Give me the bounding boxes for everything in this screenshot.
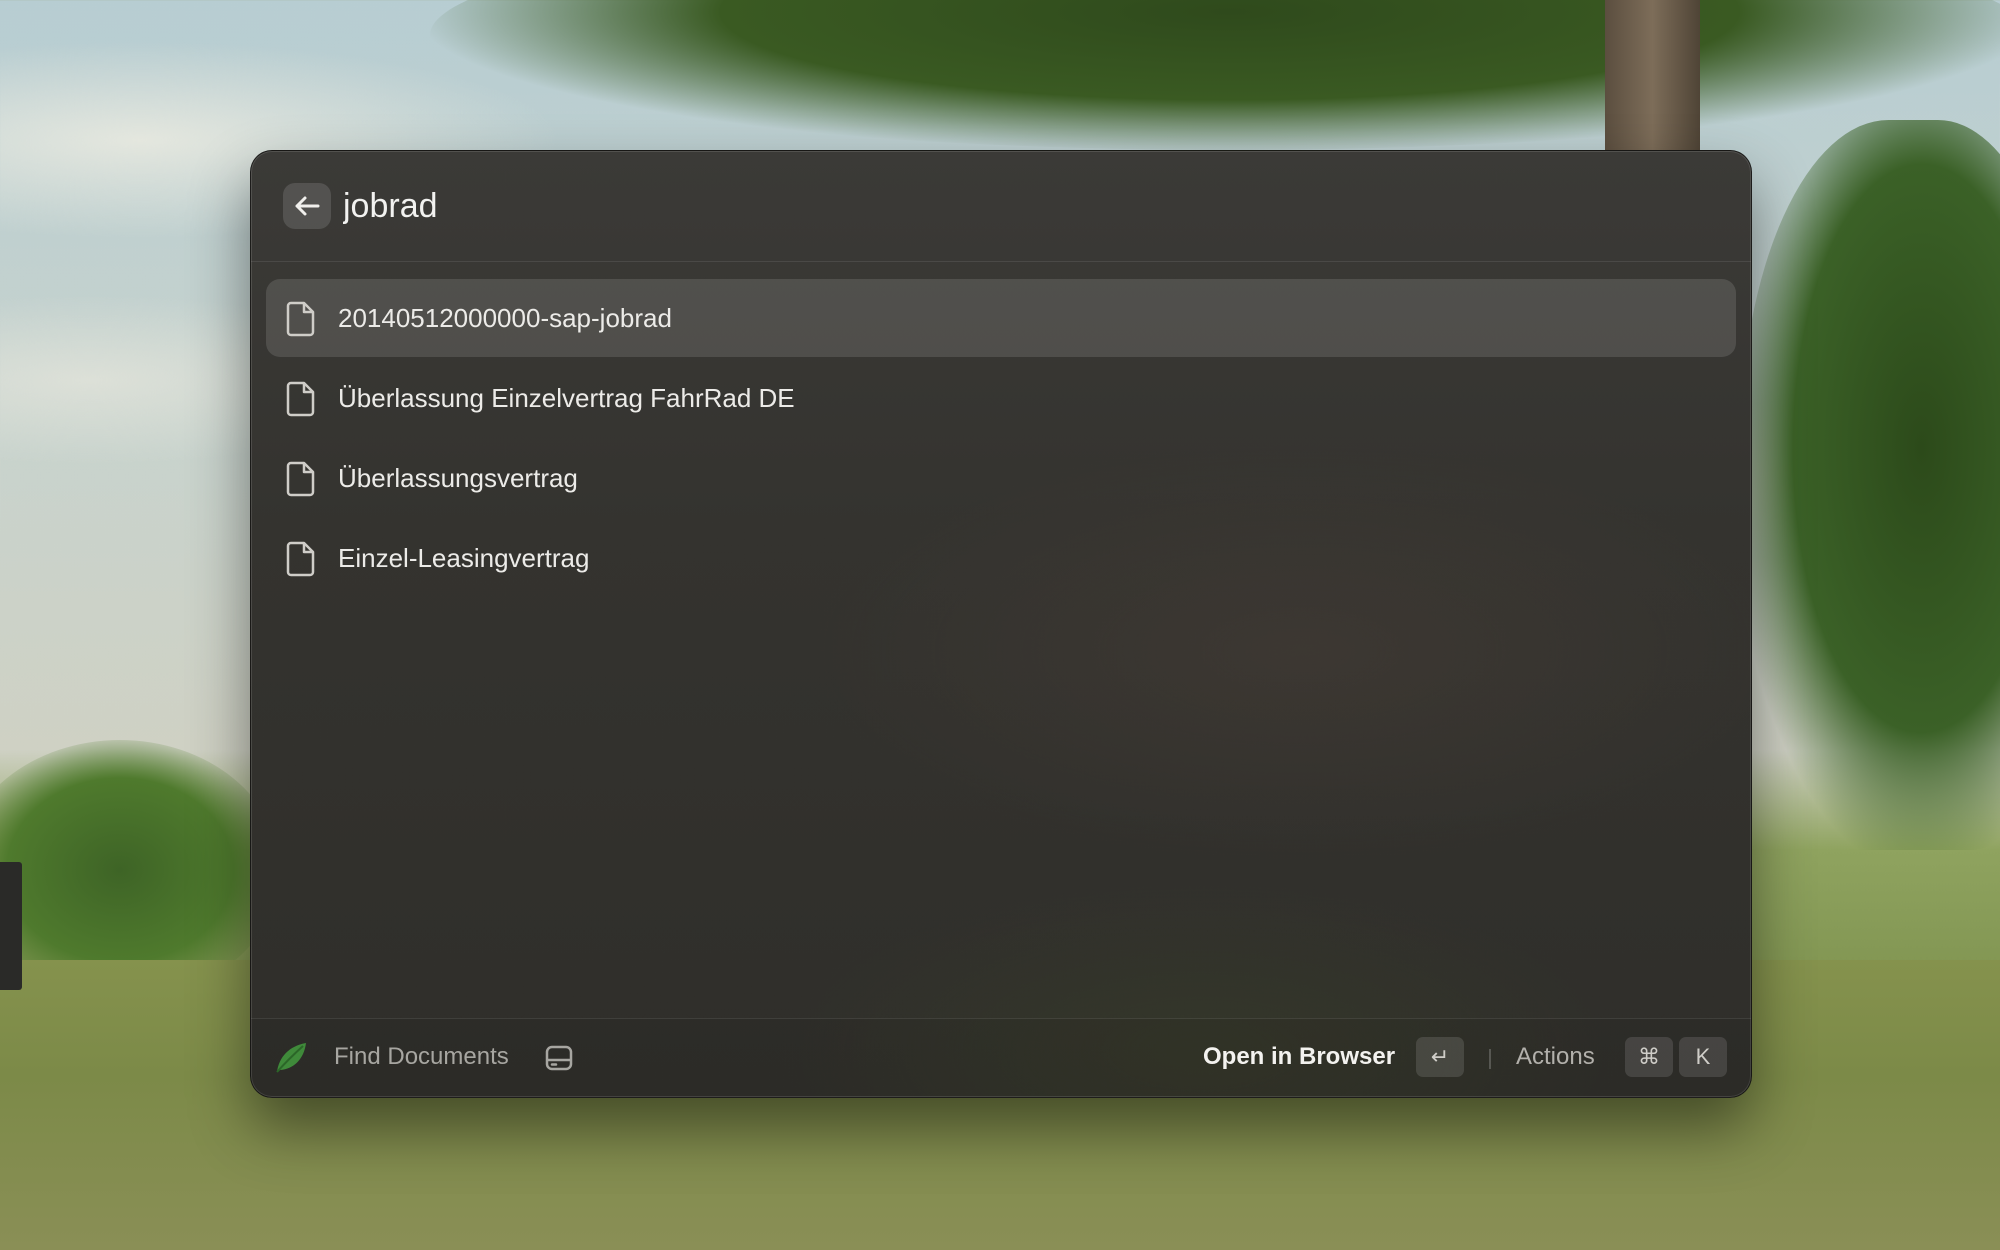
launcher-window: 20140512000000-sap-jobrad Überlassung Ei… xyxy=(250,150,1752,1098)
back-button[interactable] xyxy=(283,183,331,229)
background-tree-canopy xyxy=(430,0,2000,150)
k-key-hint: K xyxy=(1679,1037,1727,1077)
result-item[interactable]: 20140512000000-sap-jobrad xyxy=(266,279,1736,357)
result-label: 20140512000000-sap-jobrad xyxy=(338,302,672,333)
command-key-hint: ⌘ xyxy=(1625,1037,1673,1077)
leaf-icon xyxy=(276,1043,306,1073)
actions-button[interactable]: Actions xyxy=(1516,1043,1595,1071)
result-label: Überlassungsvertrag xyxy=(338,462,578,493)
open-in-browser-button[interactable]: Open in Browser xyxy=(1203,1043,1395,1071)
arrow-left-icon xyxy=(295,196,320,216)
search-input[interactable] xyxy=(343,177,1643,235)
background-tree-trunk xyxy=(1605,0,1700,150)
search-bar xyxy=(251,151,1751,262)
document-icon xyxy=(286,301,315,337)
enter-key-hint: ↵ xyxy=(1416,1037,1464,1077)
background-post xyxy=(0,862,22,990)
footer-separator xyxy=(1489,1049,1491,1069)
document-icon xyxy=(286,461,315,497)
action-bar: Find Documents Open in Browser ↵ Actions… xyxy=(251,1018,1751,1097)
results-list: 20140512000000-sap-jobrad Überlassung Ei… xyxy=(266,279,1736,599)
background-tree-right xyxy=(1740,120,2000,850)
result-label: Einzel-Leasingvertrag xyxy=(338,542,590,573)
result-label: Überlassung Einzelvertrag FahrRad DE xyxy=(338,382,795,413)
extension-title: Find Documents xyxy=(334,1043,509,1070)
result-item[interactable]: Einzel-Leasingvertrag xyxy=(266,519,1736,597)
document-icon xyxy=(286,381,315,417)
document-icon xyxy=(286,541,315,577)
result-item[interactable]: Überlassungsvertrag xyxy=(266,439,1736,517)
drive-icon xyxy=(545,1045,573,1071)
result-item[interactable]: Überlassung Einzelvertrag FahrRad DE xyxy=(266,359,1736,437)
